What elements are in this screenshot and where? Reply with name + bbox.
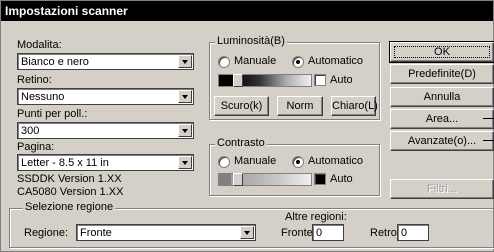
retino-dropdown[interactable]: Nessuno <box>17 88 194 105</box>
fronte-input[interactable]: 0 <box>312 224 344 241</box>
regione-value: Fronte <box>80 227 112 239</box>
chevron-down-icon[interactable] <box>178 156 192 169</box>
luminosita-slider[interactable] <box>218 74 312 87</box>
dialog-title: Impostazioni scanner <box>1 1 493 21</box>
slider-gradient <box>231 174 311 185</box>
chevron-down-icon[interactable] <box>178 55 192 68</box>
modalita-value: Bianco e nero <box>21 56 89 68</box>
slider-gradient <box>231 75 311 86</box>
retro-input[interactable]: 0 <box>397 224 429 241</box>
ok-button[interactable]: OK <box>389 41 494 63</box>
scuro-button[interactable]: Scuro(k) <box>214 96 269 116</box>
area-pointer-line <box>483 118 494 119</box>
luminosita-auto-label: Auto <box>330 74 353 86</box>
pagina-label: Pagina: <box>17 141 55 153</box>
modalita-dropdown[interactable]: Bianco e nero <box>17 53 194 70</box>
luminosita-manuale-radio[interactable] <box>218 56 230 68</box>
regione-dropdown[interactable]: Fronte <box>76 224 256 241</box>
retro-label: Retro: <box>370 227 400 239</box>
pagina-dropdown[interactable]: Letter - 8.5 x 11 in <box>17 154 194 171</box>
filtri-button[interactable]: Filtri... <box>390 179 494 199</box>
predefinite-button[interactable]: Predefinite(D) <box>390 64 494 84</box>
contrasto-automatico-radio[interactable] <box>292 156 304 168</box>
slider-thumb[interactable] <box>233 74 243 87</box>
pagina-value: Letter - 8.5 x 11 in <box>21 157 109 169</box>
slider-gray-end <box>219 174 231 185</box>
selezione-regione-title: Selezione regione <box>23 201 116 213</box>
chevron-down-icon[interactable] <box>178 124 192 137</box>
punti-dropdown[interactable]: 300 <box>17 122 194 139</box>
contrasto-title: Contrasto <box>215 137 267 149</box>
chevron-down-icon[interactable] <box>240 226 254 239</box>
luminosita-title: Luminosità(B) <box>215 35 287 47</box>
contrasto-automatico-label: Automatico <box>308 155 364 167</box>
contrasto-manuale-radio[interactable] <box>218 156 230 168</box>
luminosita-manuale-label: Manuale <box>234 55 277 67</box>
ssddk-version: SSDDK Version 1.XX <box>17 173 122 185</box>
scanner-settings-dialog: Impostazioni scanner Modalita: Bianco e … <box>0 0 494 252</box>
contrasto-group <box>209 144 380 196</box>
retino-label: Retino: <box>17 74 52 86</box>
avanzate-pointer-line <box>483 140 494 141</box>
retino-value: Nessuno <box>21 91 65 103</box>
focus-rect <box>394 46 490 58</box>
chevron-down-icon[interactable] <box>178 90 192 103</box>
slider-thumb[interactable] <box>233 173 243 186</box>
annulla-button[interactable]: Annulla <box>390 87 494 107</box>
filtri-label: Filtri... <box>427 183 457 195</box>
modalita-label: Modalita: <box>17 39 62 51</box>
slider-dark-end <box>219 75 231 86</box>
norm-button[interactable]: Norm <box>277 96 323 116</box>
contrasto-manuale-label: Manuale <box>234 155 277 167</box>
contrasto-slider[interactable] <box>218 173 312 186</box>
luminosita-automatico-radio[interactable] <box>292 56 304 68</box>
avanzate-button[interactable]: Avanzate(o)... <box>390 131 494 151</box>
area-button[interactable]: Area... <box>390 109 494 129</box>
regione-label: Regione: <box>24 227 69 239</box>
punti-value: 300 <box>21 125 40 137</box>
ca5080-version: CA5080 Version 1.XX <box>17 186 124 198</box>
luminosita-automatico-label: Automatico <box>308 55 364 67</box>
contrasto-auto-checkbox[interactable] <box>314 173 326 185</box>
luminosita-auto-checkbox[interactable] <box>314 74 326 86</box>
fronte-label: Fronte: <box>281 227 316 239</box>
contrasto-auto-label: Auto <box>330 173 353 185</box>
chiaro-button[interactable]: Chiaro(L) <box>331 96 378 116</box>
punti-label: Punti per poll.: <box>17 108 88 120</box>
altre-regioni-label: Altre regioni: <box>285 211 347 223</box>
